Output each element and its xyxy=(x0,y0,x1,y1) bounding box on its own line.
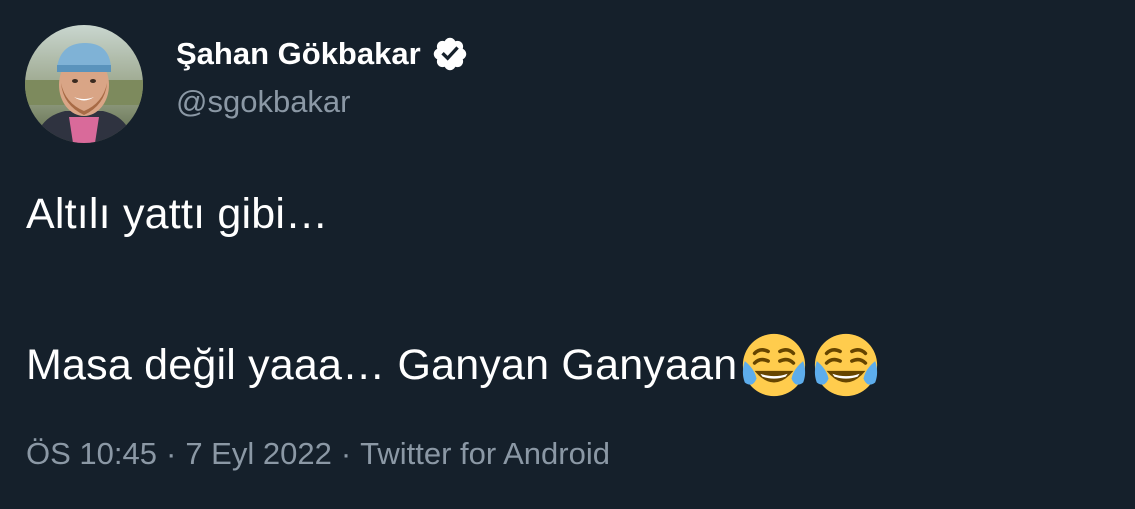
tweet-time-link[interactable]: ÖS 10:45 xyxy=(26,436,157,472)
tweet-meta: ÖS 10:45 · 7 Eyl 2022 · Twitter for Andr… xyxy=(26,436,610,472)
tweet-text-line-2-text: Masa değil yaaa… Ganyan Ganyaan xyxy=(26,340,738,389)
verified-badge-icon xyxy=(433,37,466,71)
tweet-date-link[interactable]: 7 Eyl 2022 xyxy=(185,436,332,472)
tweet-source-link[interactable]: Twitter for Android xyxy=(360,436,610,472)
tweet-text-line-1: Altılı yattı gibi… xyxy=(26,190,329,238)
author-display-name[interactable]: Şahan Gökbakar xyxy=(176,36,421,72)
face-with-tears-of-joy-icon xyxy=(811,330,881,400)
author-name-row: Şahan Gökbakar xyxy=(176,30,469,78)
meta-separator: · xyxy=(165,436,177,471)
author-avatar[interactable] xyxy=(25,25,143,143)
avatar-image xyxy=(25,25,143,143)
face-with-tears-of-joy-icon xyxy=(739,330,809,400)
tweet-card: Şahan Gökbakar @sgokbakar Altılı yattı g… xyxy=(0,0,1135,509)
author-handle[interactable]: @sgokbakar xyxy=(176,84,351,120)
meta-separator: · xyxy=(340,436,352,471)
tweet-text-line-2: Masa değil yaaa… Ganyan Ganyaan xyxy=(26,330,881,400)
